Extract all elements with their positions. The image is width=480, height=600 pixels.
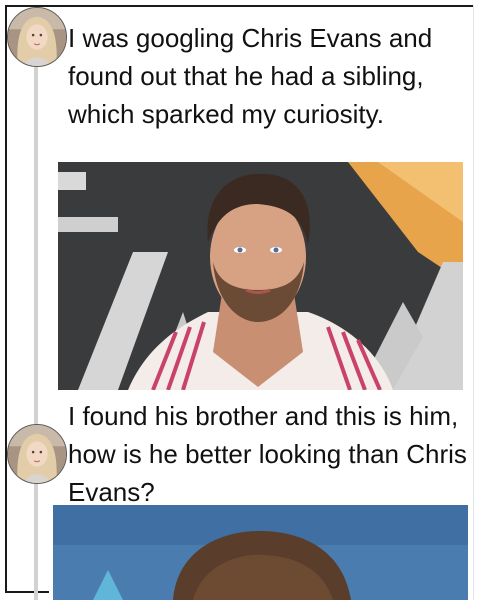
user-avatar-icon[interactable] xyxy=(7,424,67,484)
message-text: I found his brother and this is him, how… xyxy=(68,401,467,507)
thread-page: I was googling Chris Evans and found out… xyxy=(0,0,480,600)
frame-border-top xyxy=(5,5,473,7)
photo-of-man-in-striped-shirt[interactable] xyxy=(58,162,463,390)
thread-connector-line xyxy=(34,60,38,600)
frame-border-bottom xyxy=(5,591,49,593)
message-text: I was googling Chris Evans and found out… xyxy=(68,23,433,129)
frame-border-left xyxy=(5,5,7,593)
photo-of-man-cropped[interactable] xyxy=(53,505,468,600)
user-avatar-icon[interactable] xyxy=(7,7,67,67)
